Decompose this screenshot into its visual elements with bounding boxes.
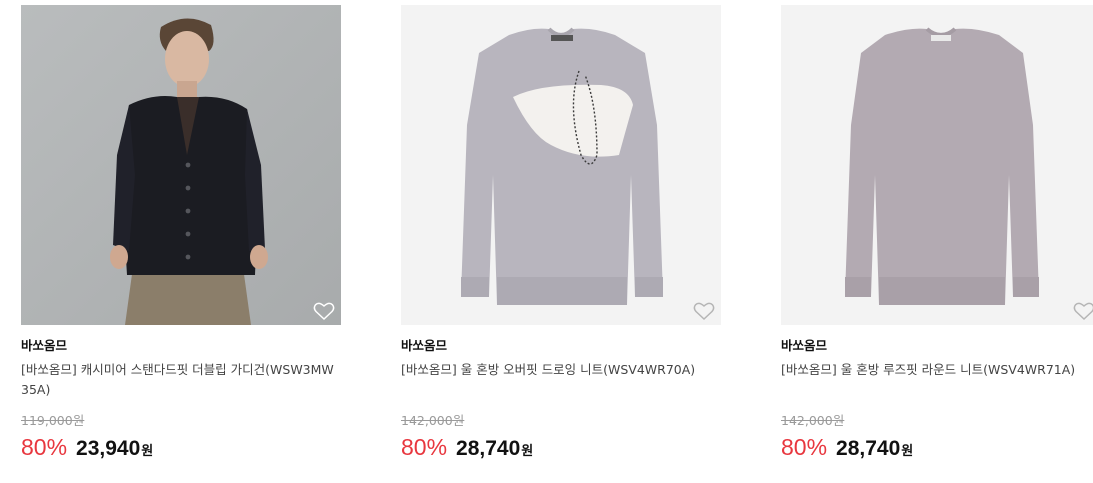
grey-sweater-photo [781,5,1093,325]
original-price-unit: 원 [832,413,845,428]
product-name[interactable]: [바쏘옴므] 캐시미어 스탠다드핏 더블립 가디건(WSW3MW35A) [21,360,339,400]
discount-rate: 80% [401,434,448,460]
sale-price: 23,940 [76,437,141,460]
original-price-unit: 원 [452,413,465,428]
discount-rate: 80% [21,434,68,460]
brand-name: 바쏘옴므 [781,338,828,353]
heart-outline-icon[interactable] [1073,301,1093,321]
product-card[interactable]: 바쏘옴므 [바쏘옴므] 울 혼방 루즈핏 라운드 니트(WSV4WR71A) 1… [781,5,1093,462]
product-image[interactable] [781,5,1093,325]
original-price-value: 142,000 [781,413,833,428]
brand-name: 바쏘옴므 [401,338,448,353]
heart-outline-icon[interactable] [313,301,335,321]
original-price: 142,000원 [781,413,1093,429]
model-cardigan-photo [21,5,341,325]
product-card[interactable]: 바쏘옴므 [바쏘옴므] 캐시미어 스탠다드핏 더블립 가디건(WSW3MW35A… [21,5,341,462]
sale-price: 28,740 [836,437,901,460]
brand-name: 바쏘옴므 [21,338,68,353]
sale-price-unit: 원 [141,444,154,459]
original-price-value: 119,000 [21,413,73,428]
product-image[interactable] [21,5,341,325]
planet-print-sweater-photo [401,5,721,325]
sale-price: 28,740 [456,437,521,460]
price-row: 80% 28,740 원 [401,434,721,462]
price-row: 80% 23,940 원 [21,434,341,462]
product-image[interactable] [401,5,721,325]
sale-price-unit: 원 [521,444,534,459]
product-card[interactable]: 바쏘옴므 [바쏘옴므] 울 혼방 오버핏 드로잉 니트(WSV4WR70A) 1… [401,5,721,462]
price-row: 80% 28,740 원 [781,434,1093,462]
sale-price-unit: 원 [901,444,914,459]
original-price-unit: 원 [72,413,85,428]
product-name[interactable]: [바쏘옴므] 울 혼방 오버핏 드로잉 니트(WSV4WR70A) [401,360,719,400]
original-price: 119,000원 [21,413,341,429]
product-name[interactable]: [바쏘옴므] 울 혼방 루즈핏 라운드 니트(WSV4WR71A) [781,360,1093,400]
heart-outline-icon[interactable] [693,301,715,321]
original-price: 142,000원 [401,413,721,429]
original-price-value: 142,000 [401,413,453,428]
discount-rate: 80% [781,434,828,460]
